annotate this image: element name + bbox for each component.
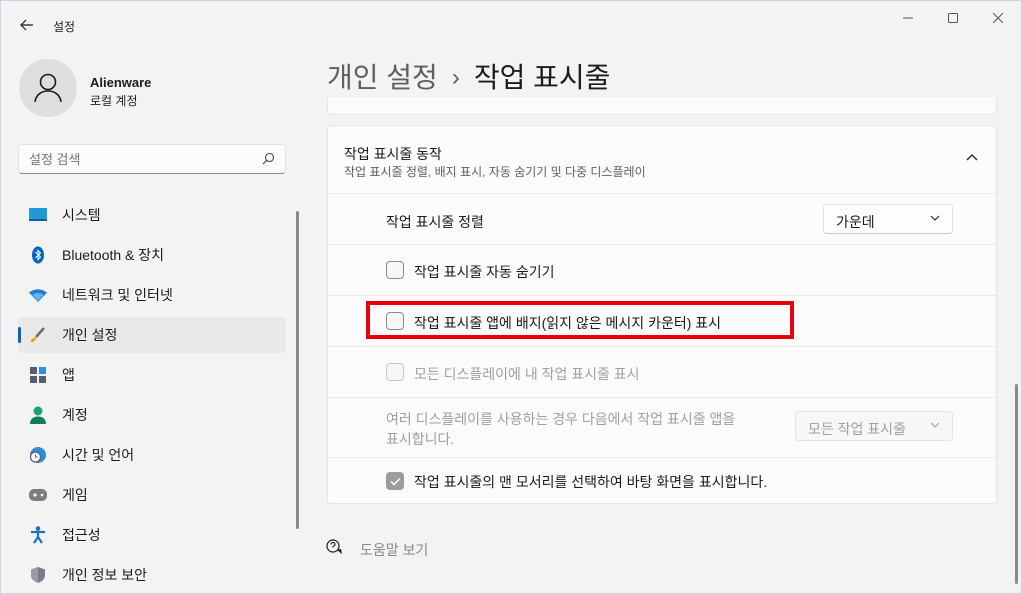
- sidebar-item-label: 시스템: [62, 207, 101, 223]
- auto-hide-checkbox[interactable]: [386, 261, 404, 279]
- sidebar-scrollbar[interactable]: [296, 211, 299, 529]
- app-title: 설정: [53, 20, 76, 34]
- sidebar-item-label: 앱: [62, 367, 75, 383]
- all-displays-row: 모든 디스플레이에 내 작업 표시줄 표시: [328, 346, 996, 397]
- sidebar-item-label: 개인 정보 보안: [62, 567, 148, 583]
- close-button[interactable]: [975, 1, 1021, 35]
- system-icon: [29, 206, 47, 224]
- taskbar-behaviors-card: 작업 표시줄 동작 작업 표시줄 정렬, 배지 표시, 자동 숨기기 및 다중 …: [327, 125, 997, 504]
- breadcrumb: 개인 설정 › 작업 표시줄: [327, 56, 610, 96]
- sidebar-item-label: 접근성: [62, 527, 101, 543]
- auto-hide-label: 작업 표시줄 자동 숨기기: [414, 264, 555, 280]
- all-displays-checkbox[interactable]: [386, 363, 404, 381]
- sidebar-item-time-language[interactable]: 시간 및 언어: [18, 437, 286, 473]
- section-title: 작업 표시줄 동작: [344, 146, 442, 162]
- badges-row: 작업 표시줄 앱에 배지(읽지 않은 메시지 카운터) 표시: [328, 295, 996, 346]
- sidebar-item-privacy-security[interactable]: 개인 정보 보안: [18, 557, 286, 593]
- multi-display-label-line2: 표시합니다.: [386, 431, 455, 447]
- minimize-button[interactable]: [885, 1, 931, 35]
- main-scrollbar[interactable]: [1015, 384, 1018, 584]
- breadcrumb-separator: ›: [451, 64, 460, 91]
- sidebar-item-network[interactable]: 네트워크 및 인터넷: [18, 277, 286, 313]
- search-box[interactable]: [18, 144, 286, 174]
- page-title: 작업 표시줄: [473, 62, 611, 93]
- sidebar-item-accessibility[interactable]: 접근성: [18, 517, 286, 553]
- sidebar-item-apps[interactable]: 앱: [18, 357, 286, 393]
- multi-display-row: 여러 디스플레이를 사용하는 경우 다음에서 작업 표시줄 앱을 표시합니다. …: [328, 397, 996, 457]
- multi-display-dropdown[interactable]: 모든 작업 표시줄: [795, 411, 953, 441]
- alignment-value: 가운데: [836, 214, 875, 230]
- settings-window: 설정 Alienware 로컬 계정 시스템: [0, 0, 1022, 594]
- avatar[interactable]: [19, 59, 77, 117]
- section-subtitle: 작업 표시줄 정렬, 배지 표시, 자동 숨기기 및 다중 디스플레이: [344, 165, 646, 179]
- back-arrow-icon: [20, 19, 33, 31]
- user-name: Alienware: [90, 75, 152, 90]
- chevron-up-icon[interactable]: [966, 153, 978, 161]
- previous-section-card: [327, 97, 997, 115]
- apps-icon: [29, 366, 47, 384]
- help-icon: [326, 539, 342, 554]
- sidebar-item-label: 계정: [62, 407, 88, 423]
- gamepad-icon: [29, 486, 47, 504]
- alignment-row: 작업 표시줄 정렬 가운데: [328, 193, 996, 244]
- sidebar-item-system[interactable]: 시스템: [18, 197, 286, 233]
- title-bar: 설정: [1, 1, 1021, 47]
- multi-display-label-line1: 여러 디스플레이를 사용하는 경우 다음에서 작업 표시줄 앱을: [386, 411, 736, 427]
- account-icon: [29, 406, 47, 424]
- minimize-icon: [903, 17, 913, 19]
- account-type: 로컬 계정: [90, 94, 138, 108]
- sidebar-item-gaming[interactable]: 게임: [18, 477, 286, 513]
- auto-hide-row: 작업 표시줄 자동 숨기기: [328, 244, 996, 295]
- alignment-dropdown[interactable]: 가운데: [823, 204, 953, 234]
- search-icon[interactable]: [262, 152, 275, 165]
- bluetooth-icon: [29, 246, 47, 264]
- badges-checkbox[interactable]: [386, 312, 404, 330]
- breadcrumb-parent[interactable]: 개인 설정: [327, 62, 438, 93]
- checkmark-icon: [389, 477, 401, 486]
- wifi-icon: [29, 286, 47, 304]
- search-input[interactable]: [29, 150, 249, 168]
- chevron-down-icon: [930, 215, 940, 221]
- sidebar-item-personalization[interactable]: 개인 설정: [18, 317, 286, 353]
- show-desktop-label: 작업 표시줄의 맨 모서리를 선택하여 바탕 화면을 표시합니다.: [414, 474, 768, 490]
- sidebar-nav: 시스템 Bluetooth & 장치 네트워크 및 인터넷 개인 설정 앱 계정…: [18, 197, 286, 594]
- close-icon: [993, 13, 1003, 23]
- all-displays-label: 모든 디스플레이에 내 작업 표시줄 표시: [414, 366, 640, 382]
- sidebar-item-accounts[interactable]: 계정: [18, 397, 286, 433]
- sidebar-item-label: Bluetooth & 장치: [62, 247, 165, 263]
- back-button[interactable]: [13, 11, 41, 39]
- sidebar-item-label: 네트워크 및 인터넷: [62, 287, 173, 303]
- maximize-button[interactable]: [930, 1, 976, 35]
- help-label: 도움말 보기: [360, 542, 429, 558]
- multi-display-value: 모든 작업 표시줄: [808, 421, 906, 437]
- sidebar-item-label: 게임: [62, 487, 88, 503]
- taskbar-behaviors-header[interactable]: 작업 표시줄 동작 작업 표시줄 정렬, 배지 표시, 자동 숨기기 및 다중 …: [328, 126, 996, 193]
- shield-icon: [29, 566, 47, 584]
- maximize-icon: [948, 13, 958, 23]
- chevron-down-icon: [930, 422, 940, 428]
- brush-icon: [29, 326, 47, 344]
- show-desktop-checkbox[interactable]: [386, 472, 404, 490]
- alignment-label: 작업 표시줄 정렬: [386, 214, 484, 230]
- time-language-icon: [29, 446, 47, 464]
- show-desktop-row: 작업 표시줄의 맨 모서리를 선택하여 바탕 화면을 표시합니다.: [328, 457, 996, 503]
- accessibility-icon: [29, 526, 47, 544]
- sidebar-item-bluetooth[interactable]: Bluetooth & 장치: [18, 237, 286, 273]
- sidebar-item-label: 시간 및 언어: [62, 447, 135, 463]
- badges-label: 작업 표시줄 앱에 배지(읽지 않은 메시지 카운터) 표시: [414, 315, 722, 331]
- sidebar-item-label: 개인 설정: [62, 327, 118, 343]
- user-icon: [34, 73, 62, 103]
